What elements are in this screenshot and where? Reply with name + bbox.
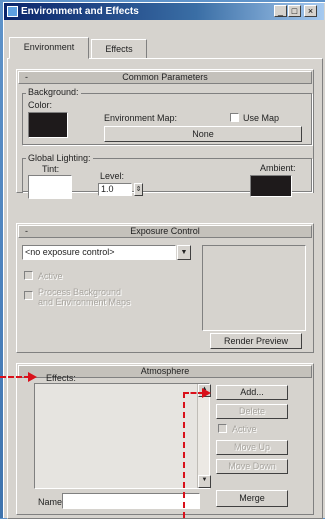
common-parameters-header[interactable]: - Common Parameters: [18, 71, 312, 84]
background-label: Background:: [26, 87, 81, 97]
color-label: Color:: [28, 100, 53, 110]
effects-list-scrollbar[interactable]: ▲ ▼: [197, 384, 211, 488]
tint-color-swatch[interactable]: [28, 175, 72, 199]
common-parameters-title: Common Parameters: [122, 72, 208, 82]
effects-label: Effects:: [46, 373, 76, 383]
merge-button[interactable]: Merge: [216, 490, 288, 507]
effect-active-checkbox[interactable]: [218, 424, 227, 433]
delete-effect-button[interactable]: Delete: [216, 404, 288, 419]
annotation-arrow-add-stem: [183, 392, 185, 518]
process-background-label-1: Process Background: [38, 287, 122, 297]
exposure-preview-area: [202, 245, 306, 331]
process-background-label-2: and Environment Maps: [38, 297, 131, 307]
title-bar[interactable]: Environment and Effects _ □ ×: [4, 3, 324, 20]
annotation-arrow-atmosphere-line: [0, 376, 30, 378]
exposure-active-checkbox[interactable]: [24, 271, 33, 280]
environment-effects-window: Environment and Effects _ □ × Environmen…: [3, 2, 325, 519]
app-icon: [7, 6, 18, 17]
dropdown-arrow-icon[interactable]: ▼: [177, 245, 191, 260]
use-map-checkbox[interactable]: [230, 113, 239, 122]
ambient-color-swatch[interactable]: [250, 175, 292, 197]
move-up-button[interactable]: Move Up: [216, 440, 288, 455]
process-background-checkbox[interactable]: [24, 291, 33, 300]
annotation-arrow-atmosphere-head: [28, 372, 37, 382]
global-lighting-label: Global Lighting:: [26, 153, 93, 163]
exposure-active-label: Active: [38, 271, 63, 281]
close-button[interactable]: ×: [304, 5, 317, 17]
effect-active-label: Active: [232, 424, 257, 434]
background-color-swatch[interactable]: [28, 112, 68, 138]
level-spinner[interactable]: ⇕: [134, 183, 143, 196]
add-effect-button[interactable]: Add...: [216, 385, 288, 400]
render-preview-button[interactable]: Render Preview: [210, 333, 302, 349]
exposure-control-header[interactable]: - Exposure Control: [18, 225, 312, 238]
use-map-label: Use Map: [243, 113, 280, 123]
window-title: Environment and Effects: [21, 6, 139, 17]
annotation-arrow-add-line: [183, 392, 204, 394]
collapse-icon: -: [25, 226, 28, 236]
tint-label: Tint:: [42, 164, 60, 174]
annotation-arrow-add-head: [202, 388, 211, 398]
tab-environment[interactable]: Environment: [9, 37, 89, 59]
tab-effects[interactable]: Effects: [91, 39, 147, 59]
level-input[interactable]: 1.0: [98, 183, 132, 196]
environment-map-button[interactable]: None: [104, 126, 302, 142]
atmosphere-title: Atmosphere: [140, 366, 190, 376]
exposure-control-dropdown[interactable]: <no exposure control>: [22, 245, 176, 260]
exposure-control-title: Exposure Control: [130, 226, 200, 236]
maximize-button[interactable]: □: [288, 5, 301, 17]
level-label: Level:: [100, 171, 125, 181]
effect-name-input[interactable]: [62, 493, 200, 509]
scroll-down-icon[interactable]: ▼: [198, 475, 211, 488]
minimize-button[interactable]: _: [274, 5, 287, 17]
environment-map-label: Environment Map:: [104, 113, 178, 123]
collapse-icon: -: [25, 72, 28, 82]
ambient-label: Ambient:: [260, 163, 296, 173]
name-label: Name:: [38, 497, 65, 507]
move-down-button[interactable]: Move Down: [216, 459, 288, 474]
